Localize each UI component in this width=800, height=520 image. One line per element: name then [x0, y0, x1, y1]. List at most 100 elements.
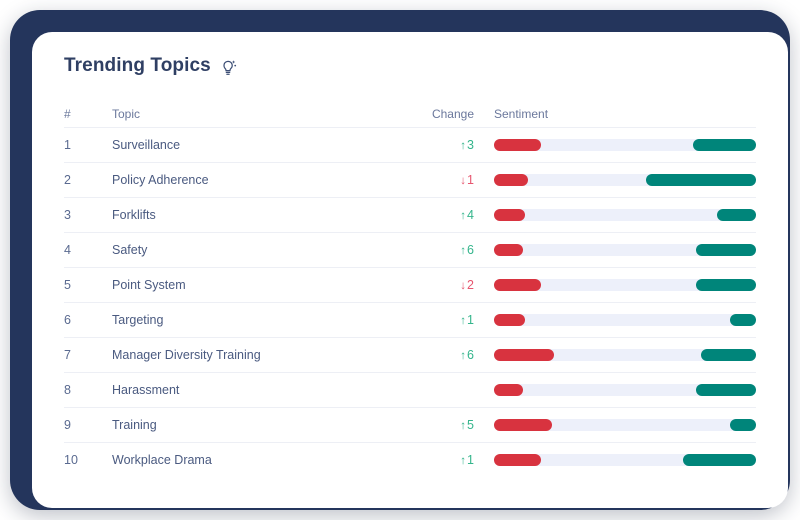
sentiment-bar-track	[494, 244, 756, 256]
sentiment-bar-track	[494, 209, 756, 221]
cell-change: ↑1	[410, 453, 488, 467]
device-frame: Trending Topics # Topic Change Sentiment…	[10, 10, 790, 510]
column-header-rank: #	[64, 106, 71, 121]
cell-change: ↑6	[410, 348, 488, 362]
sentiment-negative-segment	[494, 174, 529, 186]
arrow-up-icon: ↑	[460, 139, 467, 152]
column-header-topic: Topic	[112, 106, 141, 121]
change-down-indicator: ↓2	[460, 278, 474, 292]
sentiment-negative-segment	[494, 454, 542, 466]
table-row[interactable]: 7 Manager Diversity Training ↑6	[64, 337, 756, 372]
screenshot-stage: Trending Topics # Topic Change Sentiment…	[0, 0, 800, 520]
sentiment-negative-segment	[494, 384, 523, 396]
cell-sentiment	[488, 244, 756, 256]
cell-sentiment	[488, 139, 756, 151]
cell-topic[interactable]: Point System	[112, 278, 410, 292]
lightbulb-sparkle-icon	[220, 58, 237, 77]
table-row[interactable]: 8 Harassment	[64, 372, 756, 407]
sentiment-positive-segment	[695, 384, 756, 396]
cell-rank: 5	[64, 278, 71, 292]
cell-change: ↑1	[410, 313, 488, 327]
cell-rank: 6	[64, 313, 71, 327]
cell-sentiment	[488, 454, 756, 466]
table-header-row: # Topic Change Sentiment	[64, 100, 756, 127]
table-row[interactable]: 5 Point System ↓2	[64, 267, 756, 302]
sentiment-positive-segment	[695, 244, 756, 256]
arrow-up-icon: ↑	[460, 454, 467, 467]
cell-sentiment	[488, 279, 756, 291]
cell-topic[interactable]: Harassment	[112, 383, 410, 397]
arrow-up-icon: ↑	[460, 419, 467, 432]
table-row[interactable]: 6 Targeting ↑1	[64, 302, 756, 337]
cell-sentiment	[488, 384, 756, 396]
table-row[interactable]: 9 Training ↑5	[64, 407, 756, 442]
sentiment-positive-segment	[700, 349, 756, 361]
change-up-indicator: ↑3	[460, 138, 474, 152]
sentiment-positive-segment	[682, 454, 756, 466]
cell-rank: 7	[64, 348, 71, 362]
sentiment-bar-track	[494, 349, 756, 361]
table-row[interactable]: 3 Forklifts ↑4	[64, 197, 756, 232]
change-value: 3	[467, 138, 474, 152]
sentiment-bar-track	[494, 279, 756, 291]
cell-rank: 2	[64, 173, 71, 187]
sentiment-positive-segment	[645, 174, 756, 186]
cell-topic[interactable]: Policy Adherence	[112, 173, 410, 187]
cell-topic[interactable]: Workplace Drama	[112, 453, 410, 467]
cell-rank: 8	[64, 383, 71, 397]
arrow-down-icon: ↓	[460, 279, 467, 292]
arrow-up-icon: ↑	[460, 349, 467, 362]
change-value: 6	[467, 348, 474, 362]
sentiment-negative-segment	[494, 139, 542, 151]
arrow-up-icon: ↑	[460, 209, 467, 222]
table-row[interactable]: 4 Safety ↑6	[64, 232, 756, 267]
cell-topic[interactable]: Forklifts	[112, 208, 410, 222]
cell-change: ↓1	[410, 173, 488, 187]
table-row[interactable]: 2 Policy Adherence ↓1	[64, 162, 756, 197]
sentiment-negative-segment	[494, 349, 555, 361]
sentiment-bar-track	[494, 314, 756, 326]
table-row[interactable]: 10 Workplace Drama ↑1	[64, 442, 756, 477]
change-value: 1	[467, 453, 474, 467]
page-title: Trending Topics	[64, 55, 211, 76]
cell-topic[interactable]: Manager Diversity Training	[112, 348, 410, 362]
sentiment-bar-track	[494, 174, 756, 186]
change-up-indicator: ↑6	[460, 243, 474, 257]
cell-topic[interactable]: Surveillance	[112, 138, 410, 152]
sentiment-positive-segment	[729, 314, 756, 326]
change-down-indicator: ↓1	[460, 173, 474, 187]
cell-sentiment	[488, 314, 756, 326]
trending-topics-table: # Topic Change Sentiment 1 Surveillance ↑3…	[64, 100, 756, 477]
sentiment-positive-segment	[695, 279, 756, 291]
sentiment-positive-segment	[693, 139, 756, 151]
change-value: 4	[467, 208, 474, 222]
cell-change: ↑4	[410, 208, 488, 222]
arrow-down-icon: ↓	[460, 174, 467, 187]
cell-rank: 3	[64, 208, 71, 222]
cell-change: ↑3	[410, 138, 488, 152]
table-body: 1 Surveillance ↑3 2 Policy Adherence ↓1 3 Forkl…	[64, 127, 756, 477]
cell-rank: 10	[64, 453, 78, 467]
cell-rank: 4	[64, 243, 71, 257]
sentiment-negative-segment	[494, 244, 523, 256]
change-value: 1	[467, 313, 474, 327]
cell-rank: 9	[64, 418, 71, 432]
sentiment-bar-track	[494, 454, 756, 466]
change-up-indicator: ↑4	[460, 208, 474, 222]
arrow-up-icon: ↑	[460, 314, 467, 327]
cell-topic[interactable]: Safety	[112, 243, 410, 257]
sentiment-bar-track	[494, 419, 756, 431]
sentiment-bar-track	[494, 384, 756, 396]
cell-sentiment	[488, 209, 756, 221]
change-up-indicator: ↑6	[460, 348, 474, 362]
cell-change: ↑6	[410, 243, 488, 257]
cell-change: ↓2	[410, 278, 488, 292]
sentiment-positive-segment	[716, 209, 756, 221]
card-header: Trending Topics	[32, 32, 788, 100]
table-row[interactable]: 1 Surveillance ↑3	[64, 127, 756, 162]
cell-topic[interactable]: Training	[112, 418, 410, 432]
sentiment-negative-segment	[494, 209, 526, 221]
cell-rank: 1	[64, 138, 71, 152]
cell-topic[interactable]: Targeting	[112, 313, 410, 327]
column-header-change: Change	[431, 106, 474, 121]
